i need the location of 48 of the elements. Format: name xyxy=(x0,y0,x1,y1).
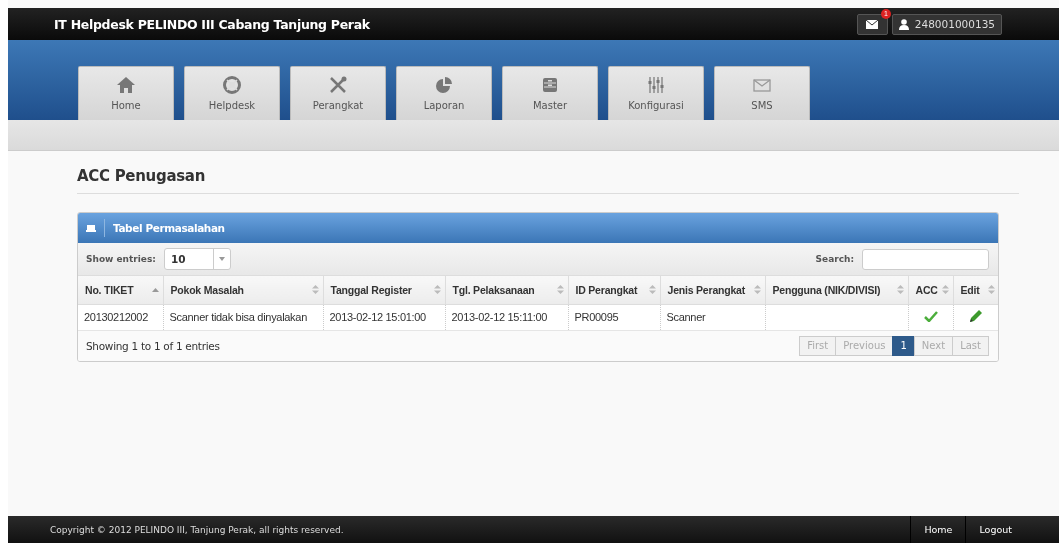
check-icon[interactable] xyxy=(923,310,938,322)
table-cell: 2013-02-12 15:11:00 xyxy=(445,304,568,330)
column-header[interactable]: ACC xyxy=(908,276,953,304)
pagination-button[interactable]: 1 xyxy=(892,335,915,356)
nav-tab[interactable]: Helpdesk xyxy=(184,66,280,120)
table-cell: 2013-02-12 15:01:00 xyxy=(323,304,445,330)
table-cell: 20130212002 xyxy=(78,304,163,330)
column-header[interactable]: Tanggal Register xyxy=(323,276,445,304)
column-header[interactable]: Pokok Masalah xyxy=(163,276,323,304)
nav-tab[interactable]: SMS xyxy=(714,66,810,120)
entries-info: Showing 1 to 1 of 1 entries xyxy=(86,339,220,352)
nav-tab[interactable]: Master xyxy=(502,66,598,120)
caret-icon xyxy=(218,257,225,261)
user-button[interactable]: 248001000135 xyxy=(891,13,1002,35)
envelope-icon xyxy=(866,19,879,29)
table-cell: Scanner tidak bisa dinyalakan xyxy=(163,304,323,330)
column-header[interactable]: No. TIKET xyxy=(78,276,163,304)
sliders-icon xyxy=(646,76,666,94)
panel-title: Tabel Permasalahan xyxy=(113,222,225,234)
user-icon xyxy=(898,18,909,30)
column-header[interactable]: Jenis Perangkat xyxy=(660,276,765,304)
pencil-icon[interactable] xyxy=(969,309,983,323)
nav-tab[interactable]: Konfigurasi xyxy=(608,66,704,120)
home-icon xyxy=(116,76,136,94)
footer-link[interactable]: Home xyxy=(910,516,966,543)
column-header[interactable]: Tgl. Pelaksanaan xyxy=(445,276,568,304)
footer-link[interactable]: Logout xyxy=(965,516,1025,543)
lifebuoy-icon xyxy=(222,76,242,94)
pie-chart-icon xyxy=(434,76,454,94)
laptop-icon xyxy=(86,224,96,232)
show-entries-label: Show entries: xyxy=(86,254,156,264)
column-header[interactable]: Pengguna (NIK/DIVISI) xyxy=(765,276,908,304)
page-title: ACC Penugasan xyxy=(77,163,1019,194)
table-cell: PR00095 xyxy=(568,304,660,330)
tools-icon xyxy=(328,76,348,94)
nav-tab[interactable]: Home xyxy=(78,66,174,120)
column-header[interactable]: ID Perangkat xyxy=(568,276,660,304)
table-cell: Scanner xyxy=(660,304,765,330)
search-label: Search: xyxy=(815,254,854,264)
envelope-icon xyxy=(752,76,772,94)
cabinet-icon xyxy=(540,76,560,94)
app-title: IT Helpdesk PELINDO III Cabang Tanjung Perak xyxy=(54,16,370,32)
column-header[interactable]: Edit xyxy=(953,276,998,304)
copyright-text: Copyright © 2012 PELINDO III, Tanjung Perak, all rights reserved. xyxy=(50,524,344,535)
nav-tab[interactable]: Laporan xyxy=(396,66,492,120)
entries-select[interactable]: 10 xyxy=(163,248,231,270)
nav-tab[interactable]: Perangkat xyxy=(290,66,386,120)
search-field[interactable] xyxy=(862,248,989,270)
